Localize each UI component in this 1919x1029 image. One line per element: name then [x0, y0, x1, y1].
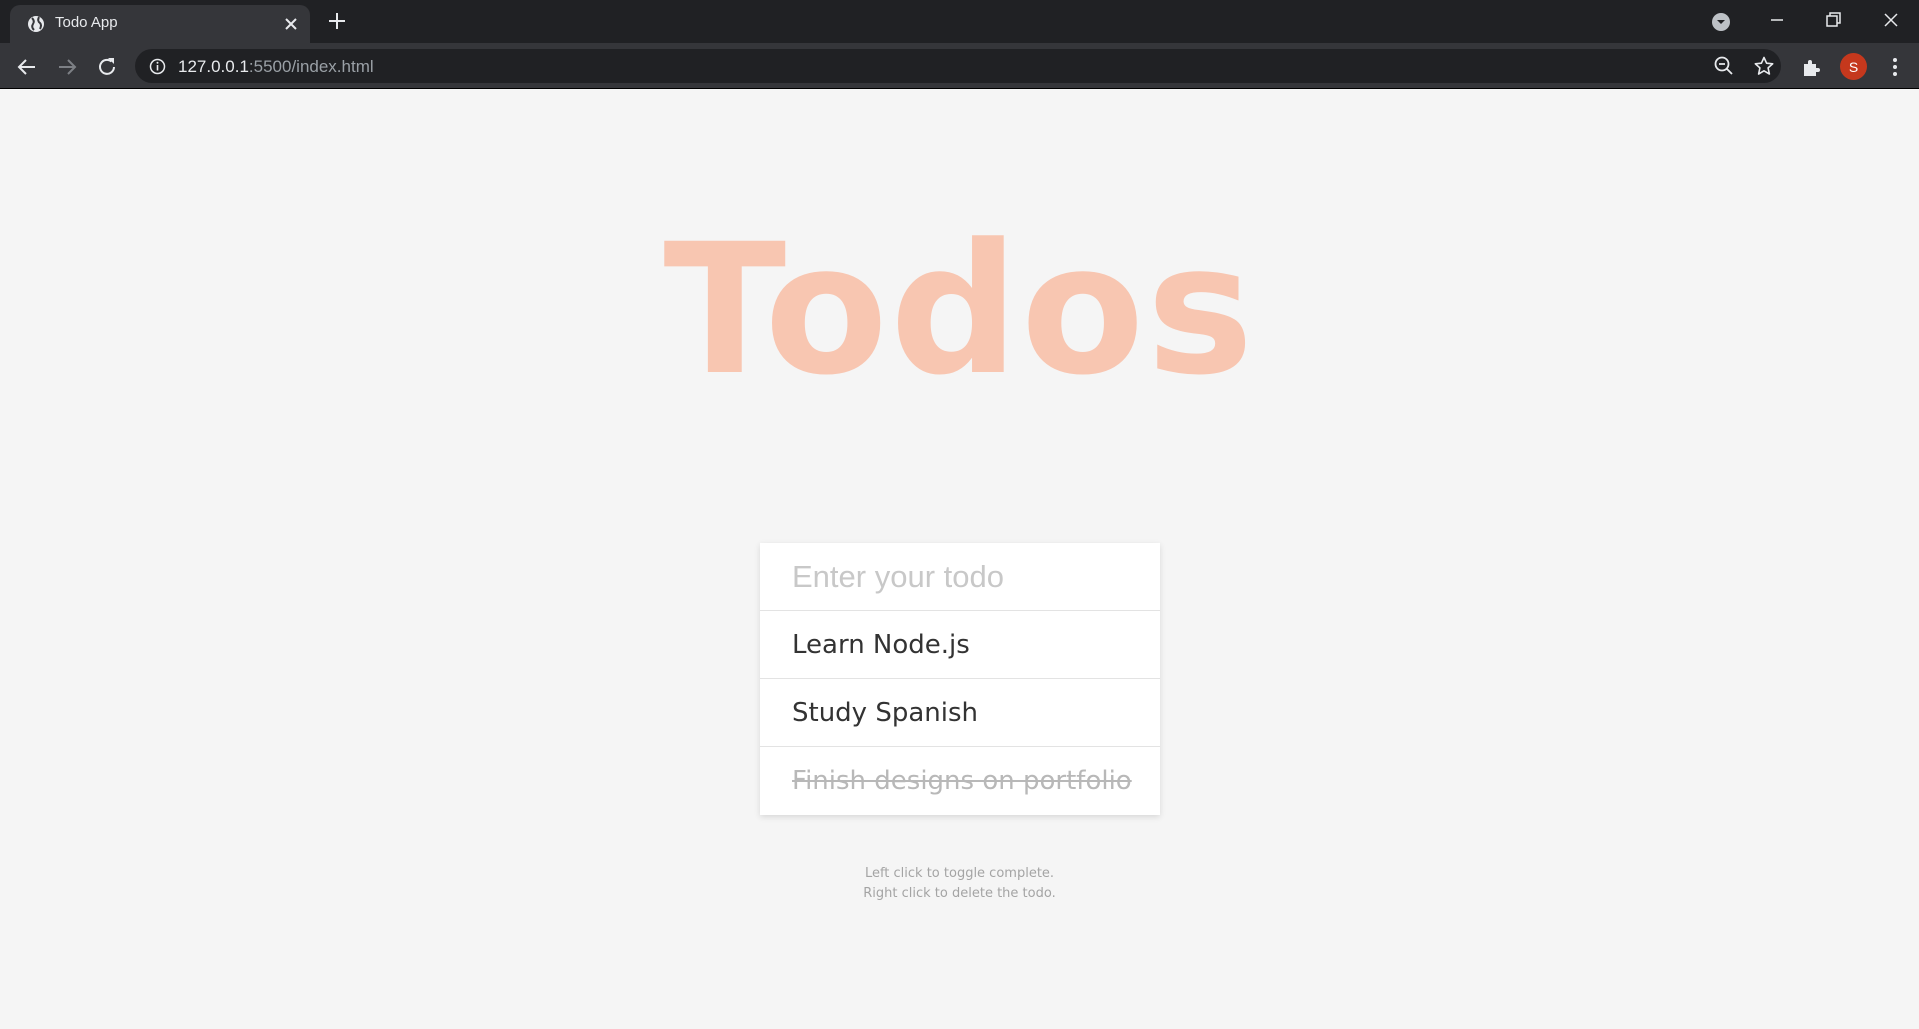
zoom-out-icon[interactable]: [1713, 55, 1735, 77]
globe-icon: [28, 16, 44, 32]
close-tab-icon[interactable]: [282, 15, 300, 33]
todo-item[interactable]: Learn Node.js: [760, 611, 1160, 679]
tab-title: Todo App: [55, 14, 118, 31]
forward-icon[interactable]: [55, 55, 79, 79]
usage-hint: Left click to toggle complete. Right cli…: [0, 864, 1919, 904]
minimize-icon[interactable]: [1762, 6, 1792, 34]
tab-search-icon[interactable]: [1710, 11, 1732, 33]
page-content: Todos Learn Node.jsStudy SpanishFinish d…: [0, 89, 1919, 1029]
url-text[interactable]: 127.0.0.1:5500/index.html: [178, 57, 374, 77]
address-bar[interactable]: 127.0.0.1:5500/index.html: [135, 49, 1781, 83]
profile-initial: S: [1848, 58, 1859, 75]
todo-item[interactable]: Finish designs on portfolio: [760, 747, 1160, 815]
hint-toggle: Left click to toggle complete.: [864, 866, 1055, 881]
reload-icon[interactable]: [95, 55, 119, 79]
close-window-icon[interactable]: [1876, 6, 1906, 34]
extensions-icon[interactable]: [1800, 55, 1824, 79]
info-icon[interactable]: [149, 58, 166, 75]
hint-delete: Right click to delete the todo.: [863, 886, 1056, 901]
back-icon[interactable]: [15, 55, 39, 79]
todo-card: Learn Node.jsStudy SpanishFinish designs…: [760, 543, 1160, 815]
browser-toolbar: 127.0.0.1:5500/index.html S: [0, 43, 1919, 89]
browser-tab-bar: Todo App: [0, 0, 1919, 43]
todo-item[interactable]: Study Spanish: [760, 679, 1160, 747]
bookmark-star-icon[interactable]: [1753, 55, 1775, 77]
todo-input[interactable]: [760, 543, 1160, 611]
more-menu-icon[interactable]: [1883, 55, 1907, 79]
url-host: 127.0.0.1: [178, 57, 249, 76]
restore-icon[interactable]: [1818, 6, 1848, 34]
profile-avatar[interactable]: S: [1840, 53, 1867, 80]
page-title: Todos: [663, 206, 1256, 415]
todo-list: Learn Node.js Study Spanish Finish designs…: [760, 611, 1160, 815]
new-tab-icon[interactable]: [326, 10, 348, 32]
url-path: :5500/index.html: [248, 57, 374, 76]
browser-tab[interactable]: Todo App: [10, 5, 310, 43]
